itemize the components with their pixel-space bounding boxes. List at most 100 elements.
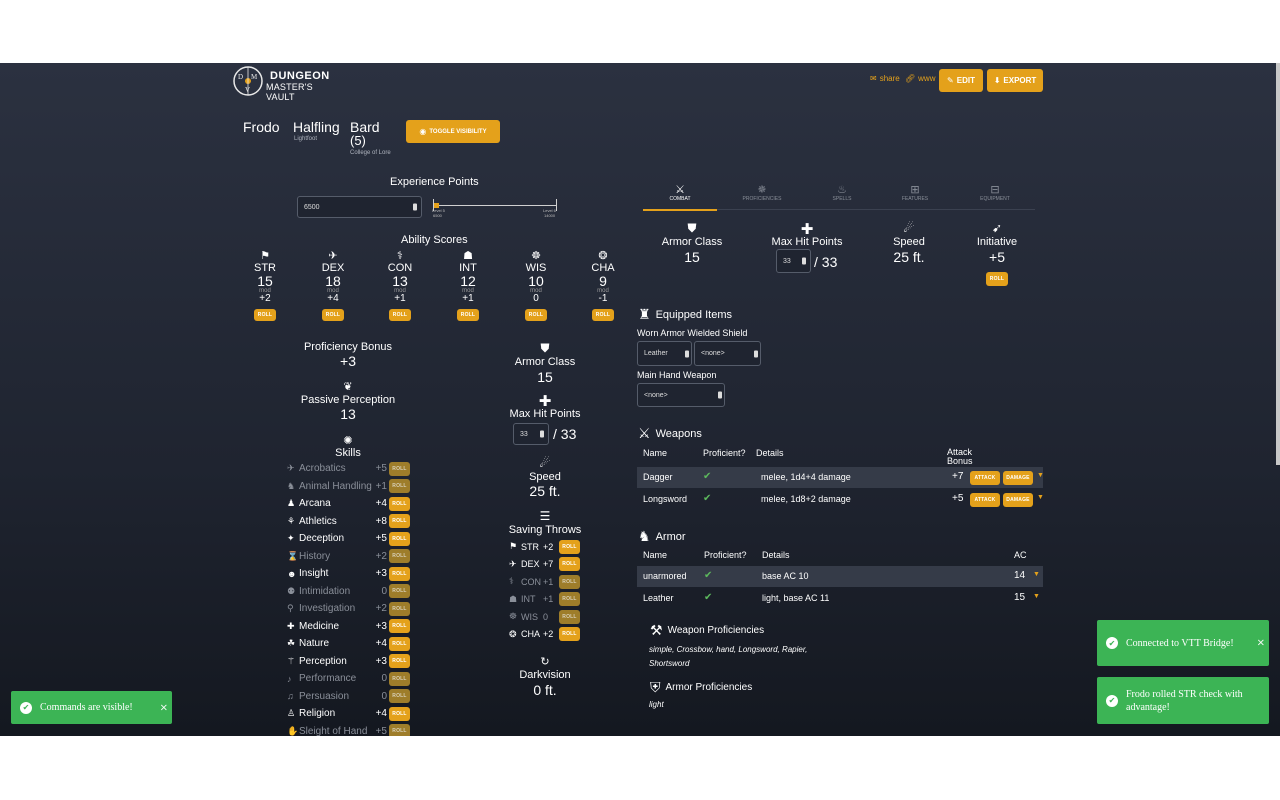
mid-hp-input[interactable]: 33 <box>513 423 549 445</box>
skill-roll-button[interactable]: ROLL <box>389 619 410 633</box>
tab-equipment[interactable]: ⊟ EQUIPMENT <box>965 183 1025 202</box>
eye-icon: ◉ <box>419 127 427 136</box>
toast-roll-result[interactable]: ✔ Frodo rolled STR check with advantage! <box>1097 677 1269 724</box>
save-roll-button[interactable]: ROLL <box>559 627 580 641</box>
skill-roll-button[interactable]: ROLL <box>389 706 410 721</box>
skill-roll-button[interactable]: ROLL <box>389 636 410 651</box>
skill-name: Sleight of Hand <box>299 725 368 737</box>
edit-button[interactable]: ✎ EDIT <box>939 69 983 92</box>
weapon-row[interactable]: Dagger ✔ melee, 1d4+4 damage +7 ATTACK DAMAGE… <box>637 467 1044 488</box>
caret-down-icon[interactable]: ▼ <box>1037 494 1044 501</box>
armor-row[interactable]: unarmored ✔ base AC 10 14 ▼ <box>637 566 1043 587</box>
toast-vtt-connected[interactable]: ✔ Connected to VTT Bridge! × <box>1097 620 1269 666</box>
skill-icon: ☻ <box>287 568 297 579</box>
ability-dex: ✈ DEX 18 mod +4 ROLL <box>313 249 353 321</box>
ability-mod-value: +2 <box>259 293 271 304</box>
weapon-row[interactable]: Longsword ✔ melee, 1d8+2 damage +5 ATTACK DAM… <box>637 489 1044 510</box>
skill-roll-button[interactable]: ROLL <box>389 531 410 546</box>
save-roll-button[interactable]: ROLL <box>559 539 580 554</box>
armor-title-row: ♞ Armor <box>638 528 686 545</box>
skill-roll-button[interactable]: ROLL <box>389 514 410 528</box>
ability-roll-button[interactable]: ROLL <box>525 309 547 321</box>
skill-icon: ✚ <box>287 620 295 631</box>
skill-value: +3 <box>375 620 387 632</box>
ability-mod-value: 0 <box>533 293 539 304</box>
save-name: CHA <box>521 629 541 639</box>
ability-roll-button[interactable]: ROLL <box>457 309 479 321</box>
mid-armor-class-value: 15 <box>537 369 553 385</box>
worn-armor-select[interactable]: Leather <box>637 341 692 366</box>
ability-roll-button[interactable]: ROLL <box>592 309 614 321</box>
skill-roll-button[interactable]: ROLL <box>389 549 410 563</box>
armor-details: light, base AC 11 <box>762 593 830 603</box>
main-hand-dropdown-icon[interactable] <box>718 391 722 399</box>
save-roll-button[interactable]: ROLL <box>559 609 580 624</box>
skill-roll-button[interactable]: ROLL <box>389 724 410 736</box>
wielded-shield-select[interactable]: <none> <box>694 341 761 366</box>
skill-row-acrobatics: ✈ Acrobatics +5 ROLL <box>287 460 411 477</box>
main-hand-label: Main Hand Weapon <box>637 370 717 380</box>
armor-row[interactable]: Leather ✔ light, base AC 11 15 ▼ <box>637 588 1043 609</box>
mid-hp-spinner-icon[interactable] <box>540 430 544 438</box>
combat-hp-input[interactable]: 33 <box>776 249 811 273</box>
caret-down-icon[interactable]: ▼ <box>1033 571 1040 578</box>
skill-roll-button[interactable]: ROLL <box>389 479 410 493</box>
ability-roll-button[interactable]: ROLL <box>389 309 411 321</box>
save-roll-button[interactable]: ROLL <box>559 574 580 589</box>
skill-roll-button[interactable]: ROLL <box>389 654 410 668</box>
www-link[interactable]: 🔗︎ www <box>905 74 936 83</box>
export-button[interactable]: ⬇ EXPORT <box>987 69 1043 92</box>
caret-down-icon[interactable]: ▼ <box>1037 472 1044 479</box>
damage-button[interactable]: DAMAGE <box>1003 471 1033 485</box>
armor-proficiencies-icon: ⛨ <box>650 679 661 695</box>
combat-hp-spinner-icon[interactable] <box>802 257 806 265</box>
xp-spinner-icon[interactable] <box>413 203 417 211</box>
skill-name: History <box>299 550 331 562</box>
tab-proficiencies[interactable]: ✵ PROFICIENCIES <box>732 183 792 202</box>
skill-roll-button[interactable]: ROLL <box>389 566 410 581</box>
close-icon[interactable]: × <box>160 702 168 713</box>
save-row-str: ⚑ STR +2 ROLL <box>509 538 583 555</box>
toggle-visibility-button[interactable]: ◉ TOGGLE VISIBILITY <box>406 120 500 143</box>
xp-input[interactable]: 6500 <box>297 196 422 218</box>
envelope-icon: ✉ <box>870 74 877 83</box>
skill-icon: ⚉ <box>287 585 296 596</box>
logo[interactable]: D M V DUNGEON MASTER'S VAULT <box>232 65 342 102</box>
skill-roll-button[interactable]: ROLL <box>389 496 410 511</box>
tab-spells[interactable]: ♨ SPELLS <box>812 183 872 202</box>
share-link[interactable]: ✉ share <box>870 74 900 83</box>
wielded-shield-dropdown-icon[interactable] <box>754 350 758 357</box>
attack-button[interactable]: ATTACK <box>970 493 1000 507</box>
skill-roll-button[interactable]: ROLL <box>389 461 410 476</box>
ability-roll-button[interactable]: ROLL <box>254 309 276 321</box>
weapon-name: Longsword <box>643 494 688 504</box>
tab-combat[interactable]: ⚔ COMBAT <box>650 183 710 202</box>
toast-commands-visible[interactable]: ✔ Commands are visible! × <box>11 691 172 724</box>
skill-roll-button[interactable]: ROLL <box>389 671 410 686</box>
skill-roll-button[interactable]: ROLL <box>389 584 410 598</box>
close-icon[interactable]: × <box>1257 638 1265 649</box>
attack-button[interactable]: ATTACK <box>970 471 1000 485</box>
ability-cha: ❂ CHA 9 mod -1 ROLL <box>583 249 623 321</box>
main-hand-select[interactable]: <none> <box>637 383 725 407</box>
skill-row-performance: ♪ Performance 0 ROLL <box>287 670 411 687</box>
ability-roll-button[interactable]: ROLL <box>322 309 344 321</box>
skill-roll-button[interactable]: ROLL <box>389 689 410 703</box>
save-roll-button[interactable]: ROLL <box>559 557 580 571</box>
caret-down-icon[interactable]: ▼ <box>1033 593 1040 600</box>
skill-roll-button[interactable]: ROLL <box>389 601 410 616</box>
save-roll-button[interactable]: ROLL <box>559 592 580 606</box>
skill-value: +4 <box>375 708 387 719</box>
initiative-roll-button[interactable]: ROLL <box>986 272 1008 286</box>
tab-features[interactable]: ⊞ FEATURES <box>885 183 945 202</box>
damage-button[interactable]: DAMAGE <box>1003 493 1033 507</box>
link-icon: 🔗︎ <box>905 74 916 83</box>
equipped-items-title: Equipped Items <box>655 308 732 321</box>
backpack-icon: ⊟ <box>990 184 1000 196</box>
combat-hp-current: 33 <box>783 257 791 265</box>
con-icon: ⚕ <box>397 250 403 262</box>
save-name: STR <box>521 541 539 552</box>
armor-name: Leather <box>643 593 674 603</box>
worn-armor-dropdown-icon[interactable] <box>685 350 689 357</box>
scrollbar[interactable] <box>1276 63 1280 465</box>
